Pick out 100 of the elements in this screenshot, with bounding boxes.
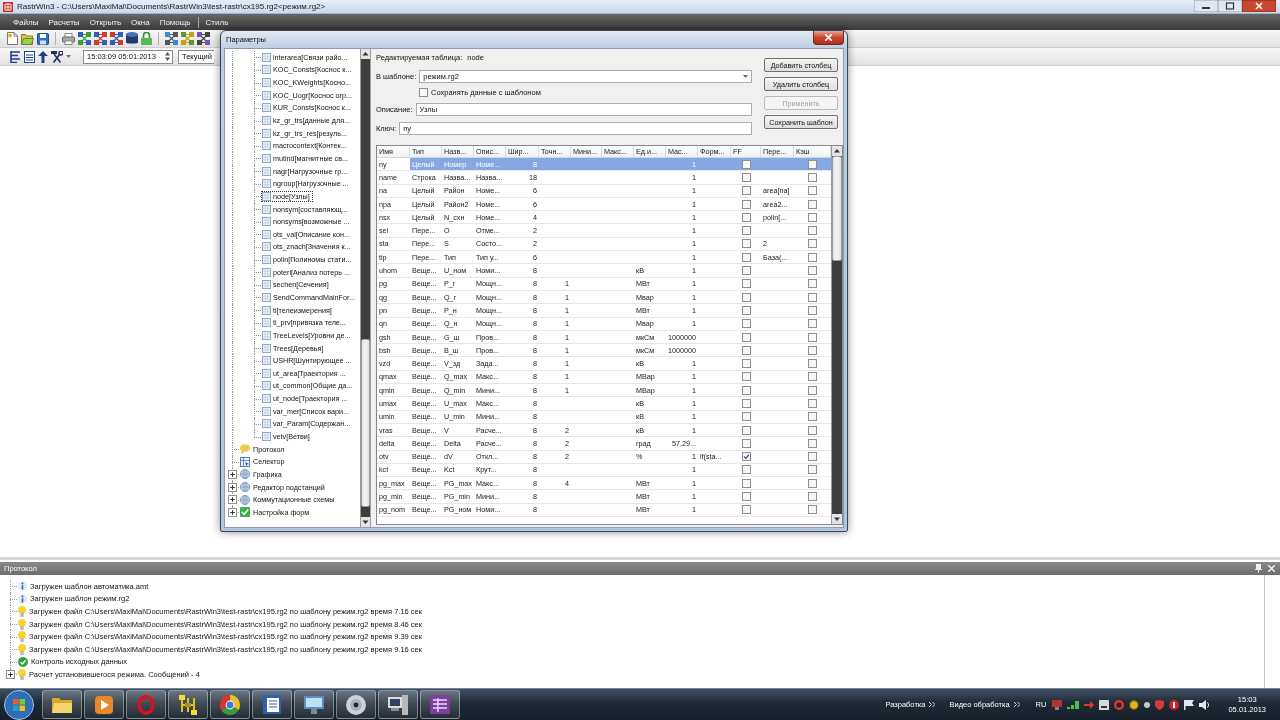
new-document-icon[interactable] [7, 32, 18, 45]
checkbox[interactable] [808, 345, 817, 355]
checkbox[interactable] [808, 492, 817, 502]
close-button[interactable] [813, 31, 844, 45]
checkbox[interactable] [741, 345, 751, 355]
checkbox[interactable] [741, 452, 751, 462]
checkbox[interactable] [741, 239, 751, 249]
checkbox[interactable] [741, 279, 751, 289]
signal-bars-icon[interactable] [1067, 700, 1080, 709]
scroll-up-icon[interactable] [832, 146, 842, 156]
checkbox[interactable] [741, 305, 751, 315]
checkbox[interactable] [741, 465, 751, 475]
checkbox[interactable] [741, 252, 751, 262]
checkbox[interactable] [741, 212, 751, 222]
minimize-icon[interactable] [1194, 0, 1218, 12]
checkbox[interactable] [808, 266, 817, 275]
checkbox[interactable] [808, 292, 817, 302]
spin-arrows-icon[interactable] [165, 52, 170, 61]
checkbox[interactable] [808, 399, 817, 408]
checkbox[interactable] [808, 505, 817, 515]
menu-item[interactable]: Расчеты [43, 17, 85, 27]
checkbox[interactable] [741, 492, 751, 502]
checkbox[interactable] [808, 452, 817, 462]
menu-item[interactable]: Открыть [84, 17, 127, 27]
checkbox[interactable] [741, 412, 751, 422]
double-chevron-icon[interactable] [1013, 702, 1020, 707]
flag-icon[interactable] [1184, 699, 1195, 710]
expand-icon[interactable] [227, 495, 237, 505]
taskbar-button[interactable] [168, 690, 208, 719]
taskbar-button[interactable] [42, 690, 82, 719]
checkbox[interactable] [808, 465, 817, 475]
checkbox[interactable] [808, 226, 817, 236]
taskbar-button[interactable] [336, 690, 376, 719]
menu-item[interactable]: Стиль [200, 17, 234, 27]
checkbox[interactable] [741, 505, 751, 515]
checkbox[interactable] [808, 319, 817, 329]
network-icon[interactable] [94, 32, 107, 45]
start-orb-icon[interactable] [4, 689, 34, 720]
checkbox[interactable] [741, 199, 751, 209]
arrow-right-icon[interactable] [1084, 700, 1095, 709]
caret-down-icon[interactable] [66, 55, 71, 58]
network-icon[interactable] [197, 32, 210, 45]
network-icon[interactable] [78, 32, 91, 45]
checkbox[interactable] [741, 319, 751, 329]
checkbox[interactable] [741, 159, 751, 169]
checkbox[interactable] [808, 279, 817, 289]
checkbox[interactable] [741, 186, 751, 196]
checkbox[interactable] [741, 385, 751, 395]
checkbox[interactable] [808, 212, 817, 222]
checkbox[interactable] [741, 266, 751, 275]
scrollbar[interactable] [360, 49, 370, 527]
maximize-icon[interactable] [1218, 0, 1242, 12]
dot-icon[interactable] [1144, 701, 1151, 708]
checkbox[interactable] [741, 478, 751, 488]
taskbar-button[interactable] [294, 690, 334, 719]
ring-icon[interactable] [1114, 699, 1125, 710]
checkbox[interactable] [741, 425, 751, 435]
scroll-down-icon[interactable] [832, 514, 842, 524]
checkbox[interactable] [741, 226, 751, 236]
drive-icon[interactable] [1099, 699, 1110, 710]
checkbox[interactable] [808, 305, 817, 315]
taskbar-button[interactable] [210, 690, 250, 719]
checkbox[interactable] [808, 385, 817, 395]
pin-icon[interactable] [1255, 564, 1262, 573]
checkbox[interactable] [741, 332, 751, 342]
checkbox[interactable] [808, 332, 817, 342]
gear-icon[interactable] [1129, 699, 1140, 710]
checkbox[interactable] [808, 425, 817, 435]
folder-icon[interactable] [21, 32, 34, 45]
checkbox[interactable] [808, 252, 817, 262]
alert-circle-icon[interactable] [1169, 699, 1180, 710]
checkbox[interactable] [419, 88, 428, 97]
hammer-wrench-icon[interactable] [51, 50, 63, 63]
checkbox[interactable] [808, 199, 817, 209]
printer-icon[interactable] [62, 32, 75, 45]
tree-view-icon[interactable] [10, 50, 21, 63]
network-icon[interactable] [165, 32, 178, 45]
checkbox[interactable] [808, 359, 817, 369]
checkbox[interactable] [741, 292, 751, 302]
taskbar-button[interactable] [378, 690, 418, 719]
checkbox[interactable] [741, 359, 751, 369]
network-icon[interactable] [110, 32, 123, 45]
taskbar-button[interactable] [84, 690, 124, 719]
expand-icon[interactable] [227, 482, 237, 492]
scrollbar[interactable] [831, 146, 842, 524]
expand-icon[interactable] [227, 507, 237, 517]
arrow-up-icon[interactable] [38, 50, 48, 63]
menu-item[interactable]: Окна [126, 17, 155, 27]
checkbox[interactable] [808, 478, 817, 488]
menu-item[interactable]: Помощь [154, 17, 196, 27]
expand-icon[interactable] [227, 469, 237, 479]
scroll-up-icon[interactable] [361, 49, 370, 59]
checkbox[interactable] [808, 172, 817, 182]
scrollbar-thumb[interactable] [361, 338, 370, 508]
checkbox[interactable] [741, 438, 751, 448]
taskbar-button[interactable] [252, 690, 292, 719]
checkbox[interactable] [808, 186, 817, 196]
taskbar-button[interactable] [420, 690, 460, 719]
menu-item[interactable]: Файлы [8, 17, 44, 27]
checkbox[interactable] [741, 399, 751, 408]
